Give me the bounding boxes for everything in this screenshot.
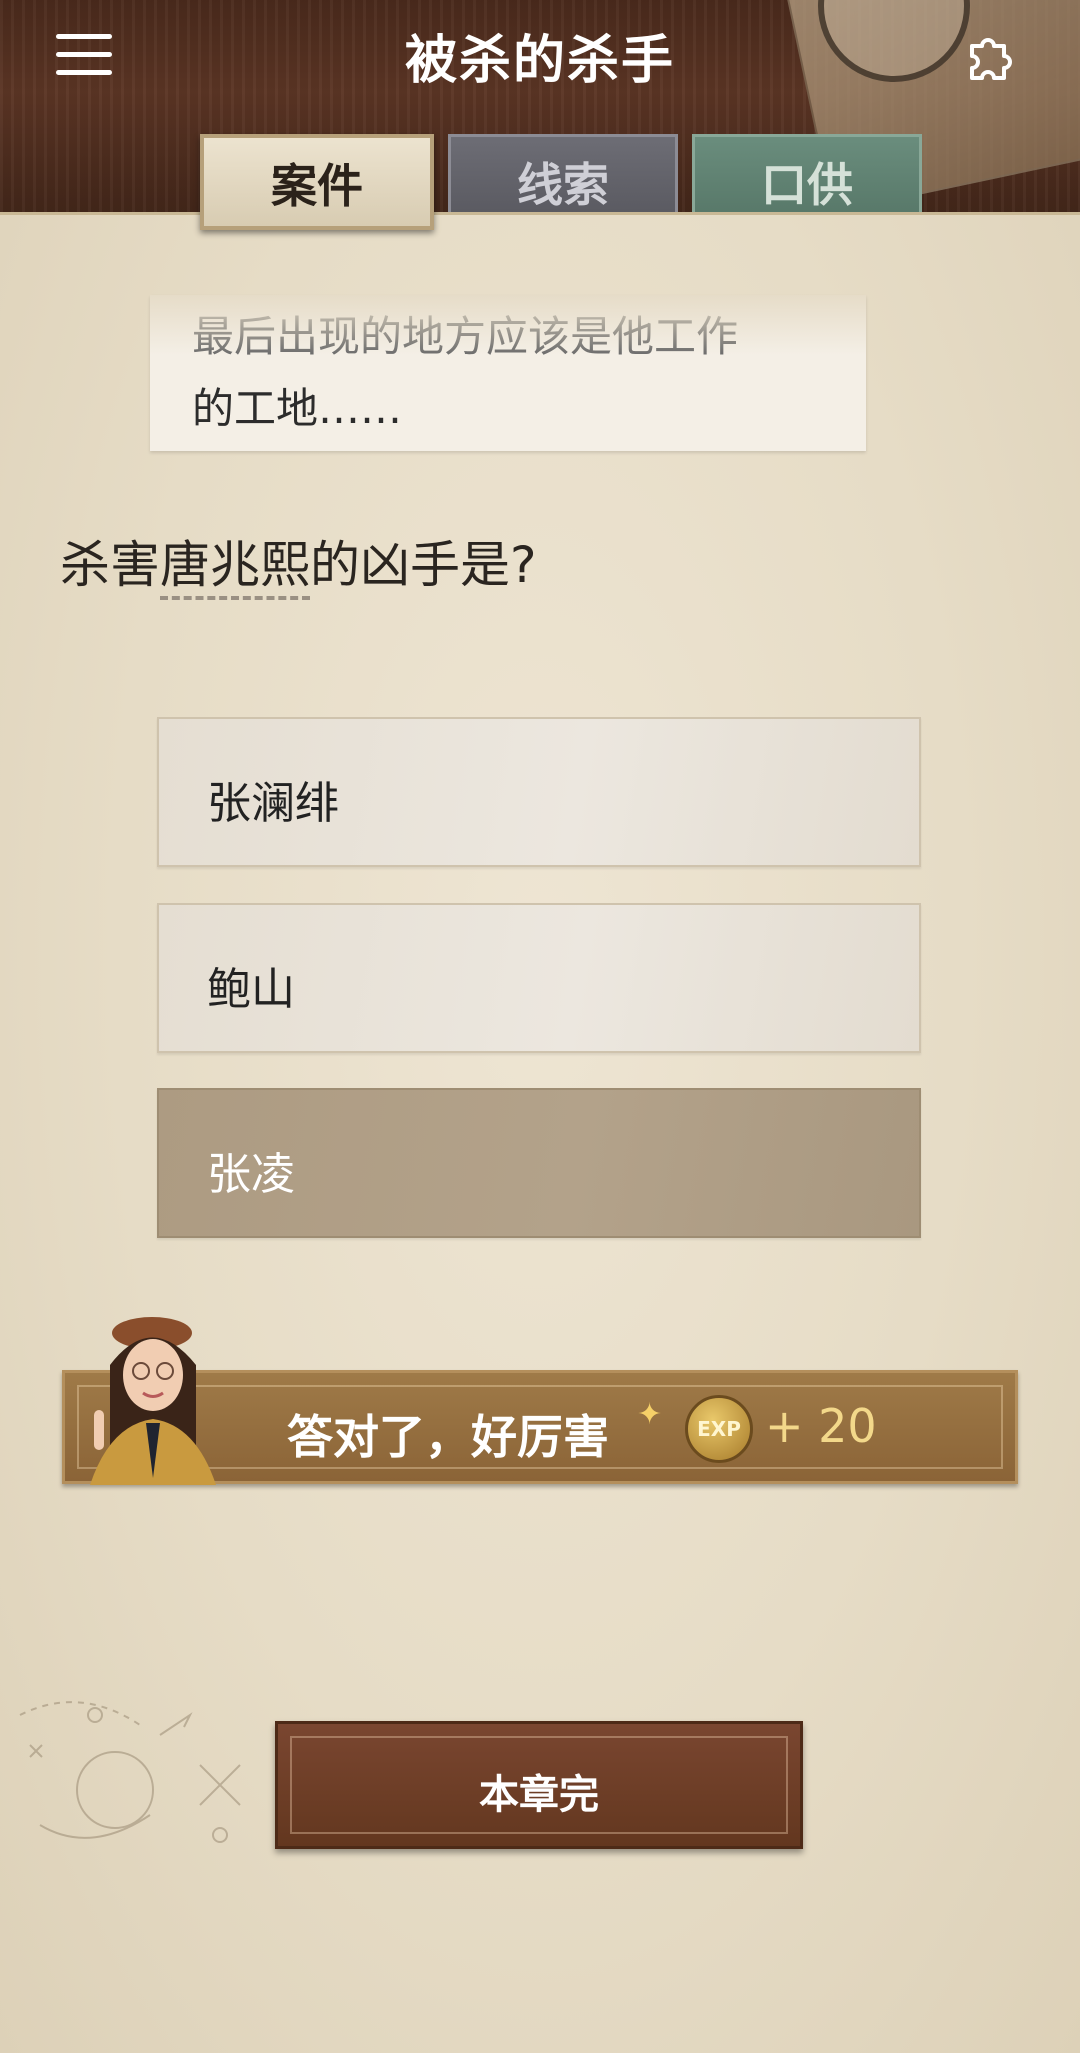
question-suffix: 的凶手是?	[310, 536, 537, 594]
story-text-line: 最后出现的地方应该是他工作	[192, 312, 739, 361]
question-prefix: 杀害	[60, 536, 160, 594]
answer-option[interactable]: 鲍山	[157, 903, 921, 1053]
story-card[interactable]: 最后出现的地方应该是他工作 的工地……	[150, 295, 866, 451]
answer-option-label: 张凌	[207, 1149, 295, 1200]
detective-avatar	[90, 1317, 216, 1485]
page-title: 被杀的杀手	[404, 31, 675, 91]
answer-option-label: 鲍山	[207, 964, 295, 1015]
result-text: 答对了，好厉害	[287, 1410, 609, 1464]
exp-icon: EXP	[685, 1395, 753, 1463]
question-text: 杀害唐兆熙的凶手是?	[60, 525, 537, 600]
sparkle-icon: ✦	[637, 1397, 663, 1432]
exp-reward-value: + 20	[765, 1399, 877, 1453]
tactics-sketch-decoration	[19, 1701, 241, 1843]
answer-option-selected[interactable]: 张凌	[157, 1088, 921, 1238]
puzzle-piece-icon[interactable]	[962, 28, 1022, 88]
chapter-complete-button[interactable]: 本章完	[275, 1721, 803, 1849]
answer-option[interactable]: 张澜绯	[157, 717, 921, 867]
victim-name-link[interactable]: 唐兆熙	[160, 536, 310, 600]
answer-option-label: 张澜绯	[207, 778, 339, 829]
case-paper: 最后出现的地方应该是他工作 的工地…… 杀害唐兆熙的凶手是? 张澜绯 鲍山 张凌…	[0, 212, 1080, 2053]
chapter-complete-label: 本章完	[479, 1772, 599, 1818]
tab-case[interactable]: 案件	[200, 134, 434, 230]
story-text-line: 的工地……	[192, 384, 403, 433]
